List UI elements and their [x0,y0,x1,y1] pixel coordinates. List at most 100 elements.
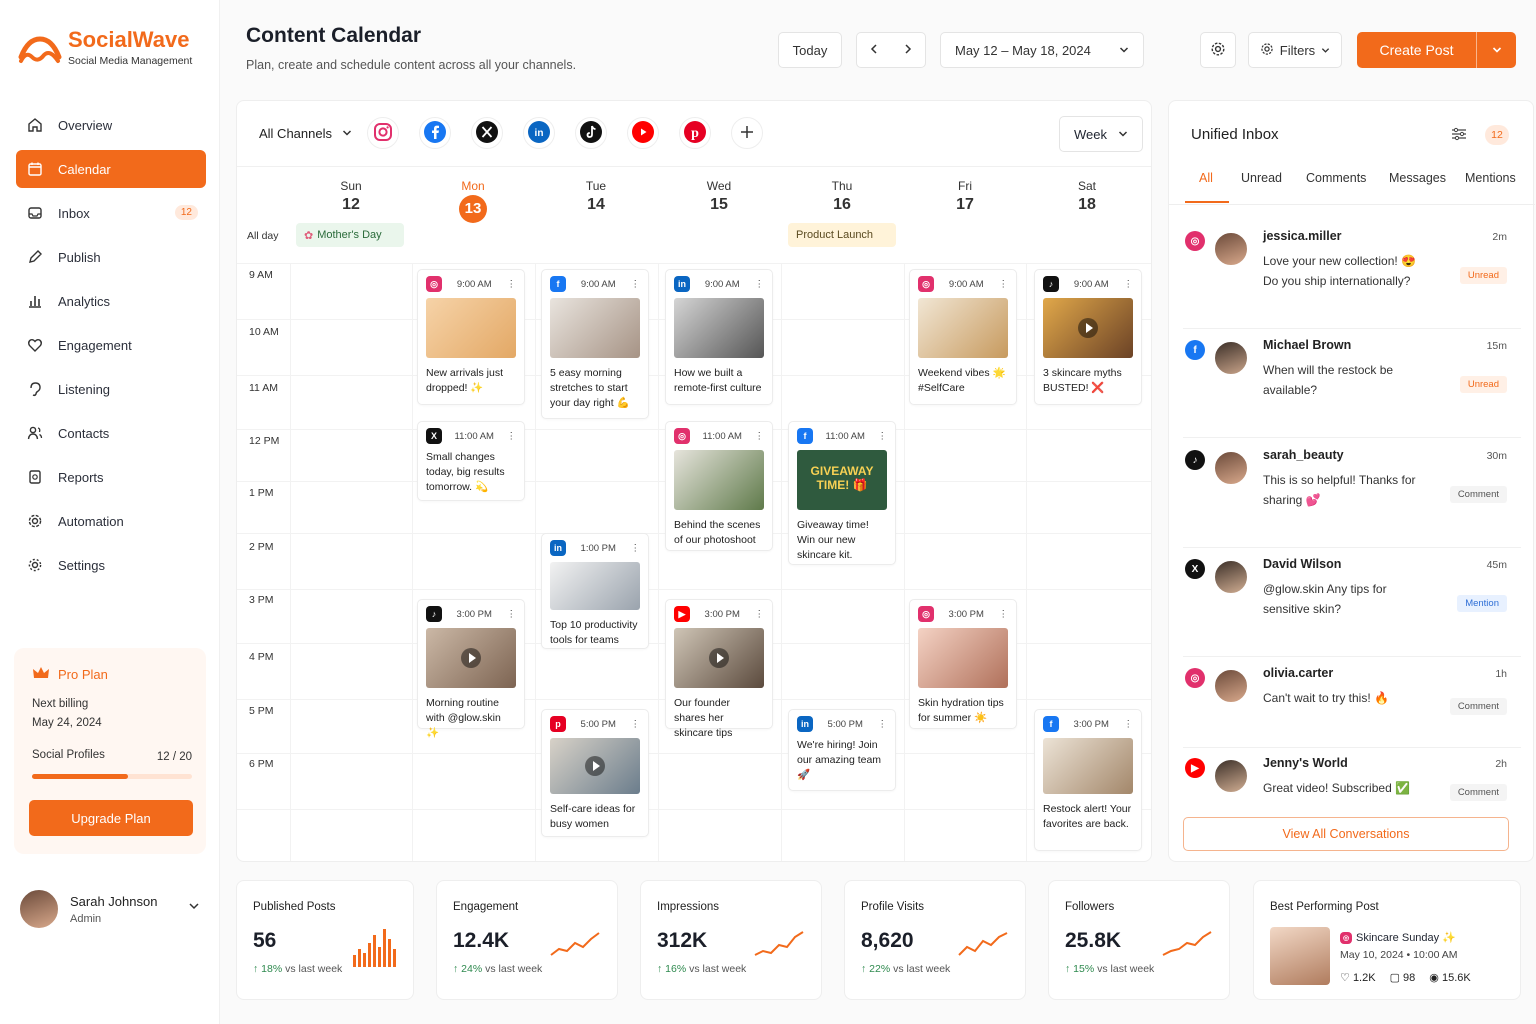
more-icon[interactable]: ⋮ [1123,717,1133,732]
post-card[interactable]: in 1:00 PM ⋮ Top 10 productivity tools for… [541,533,649,649]
user-profile[interactable]: Sarah Johnson Admin [18,888,208,932]
date-range-select[interactable]: May 12 – May 18, 2024 [940,32,1144,68]
settings-button[interactable] [1200,32,1236,68]
post-thumbnail [550,562,640,610]
post-card[interactable]: ◎ 3:00 PM ⋮ Skin hydration tips for summer… [909,599,1017,729]
today-button[interactable]: Today [778,32,842,68]
inbox-message[interactable]: ▶ Jenny's World Great video! Subscribed … [1183,748,1521,808]
filters-button[interactable]: Filters [1248,32,1342,68]
more-icon[interactable]: ⋮ [630,541,640,556]
more-icon[interactable]: ⋮ [877,717,887,732]
pinterest-channel[interactable]: p [679,117,711,149]
post-card[interactable]: ◎ 9:00 AM ⋮ New arrivals just dropped! ✨ [417,269,525,405]
best-post-name: Skincare Sunday ✨ [1356,932,1456,944]
more-icon[interactable]: ⋮ [1123,277,1133,292]
tiktok-channel[interactable] [575,117,607,149]
sidebar-item-inbox[interactable]: Inbox 12 [16,194,206,232]
profiles-label: Social Profiles [32,749,105,761]
message-text: This is so helpful! Thanks for sharing 💕 [1263,473,1416,507]
post-card[interactable]: ▶ 3:00 PM ⋮ Our founder shares her skincar… [665,599,773,739]
more-icon[interactable]: ⋮ [998,277,1008,292]
more-icon[interactable]: ⋮ [878,429,888,444]
more-icon[interactable]: ⋮ [755,429,765,444]
upgrade-plan-button[interactable]: Upgrade Plan [29,800,193,836]
tab-all[interactable]: All [1199,171,1213,185]
more-icon[interactable]: ⋮ [507,429,517,444]
message-time: 1h [1495,668,1507,680]
sidebar-item-listening[interactable]: Listening [16,370,206,408]
post-card[interactable]: ♪ 9:00 AM ⋮ 3 skincare myths BUSTED! ❌ [1034,269,1142,405]
post-card[interactable]: f 3:00 PM ⋮ Restock alert! Your favorites … [1034,709,1142,851]
view-select[interactable]: Week [1059,116,1143,152]
filter-sliders-icon[interactable] [1451,127,1467,144]
play-icon[interactable] [709,648,729,668]
chevron-left-icon[interactable] [869,43,879,58]
post-time: 9:00 AM [704,278,740,290]
post-card[interactable]: in 9:00 AM ⋮ How we built a remote-first c… [665,269,773,405]
linkedin-channel[interactable]: in [523,117,555,149]
more-icon[interactable]: ⋮ [506,277,516,292]
more-icon[interactable]: ⋮ [754,607,764,622]
chevron-down-icon [1119,43,1129,58]
post-card[interactable]: ◎ 9:00 AM ⋮ Weekend vibes 🌟 #SelfCare [909,269,1017,405]
view-all-conversations-button[interactable]: View All Conversations [1183,817,1509,851]
sidebar-item-publish[interactable]: Publish [16,238,206,276]
event-product-launch[interactable]: Product Launch [788,223,896,247]
sidebar-item-analytics[interactable]: Analytics [16,282,206,320]
more-icon[interactable]: ⋮ [754,277,764,292]
play-icon[interactable] [585,756,605,776]
post-card[interactable]: in 5:00 PM ⋮ We're hiring! Join our amazin… [788,709,896,791]
best-performing-post-card[interactable]: Best Performing Post ◎ Skincare Sunday ✨… [1253,880,1521,1000]
tab-mentions[interactable]: Mentions [1465,171,1516,185]
sidebar-item-automation[interactable]: Automation [16,502,206,540]
day-name: Sun [340,179,362,193]
tab-messages[interactable]: Messages [1389,171,1446,185]
more-icon[interactable]: ⋮ [998,607,1008,622]
add-channel-button[interactable] [731,117,763,149]
more-icon[interactable]: ⋮ [630,717,640,732]
inbox-message[interactable]: X David Wilson @glow.skin Any tips for s… [1183,549,1521,657]
event-mothers-day[interactable]: ✿ Mother's Day [296,223,404,247]
delta-value: 15% [1073,963,1095,975]
post-card[interactable]: f 11:00 AM ⋮ GIVEAWAY TIME! 🎁 Giveaway tim… [788,421,896,565]
more-icon[interactable]: ⋮ [506,607,516,622]
inbox-icon [26,204,44,222]
linkedin-icon: in [674,276,690,292]
post-card[interactable]: ◎ 11:00 AM ⋮ Behind the scenes of our phot… [665,421,773,551]
sidebar-item-calendar[interactable]: Calendar [16,150,206,188]
inbox-message[interactable]: ◎ olivia.carter Can't wait to try this! … [1183,658,1521,748]
page-subtitle: Plan, create and schedule content across… [246,58,577,72]
post-card[interactable]: f 9:00 AM ⋮ 5 easy morning stretches to st… [541,269,649,419]
x-channel[interactable] [471,117,503,149]
more-icon[interactable]: ⋮ [630,277,640,292]
post-card[interactable]: ♪ 3:00 PM ⋮ Morning routine with @glow.ski… [417,599,525,739]
instagram-channel[interactable] [367,117,399,149]
post-card[interactable]: p 5:00 PM ⋮ Self-care ideas for busy women [541,709,649,837]
inbox-message[interactable]: ♪ sarah_beauty This is so helpful! Thank… [1183,440,1521,548]
sidebar-item-reports[interactable]: Reports [16,458,206,496]
chevron-down-icon[interactable] [1477,45,1516,55]
instagram-icon: ◎ [1185,231,1205,251]
brand-logo[interactable]: SocialWave Social Media Management [18,28,192,67]
inbox-message[interactable]: ◎ jessica.miller Love your new collectio… [1183,221,1521,329]
facebook-channel[interactable] [419,117,451,149]
x-icon [475,120,499,147]
post-time: 9:00 AM [580,278,616,290]
channels-select[interactable]: All Channels [259,126,352,141]
sidebar-item-contacts[interactable]: Contacts [16,414,206,452]
chevron-right-icon[interactable] [903,43,913,58]
youtube-channel[interactable] [627,117,659,149]
create-post-button[interactable]: Create Post [1357,32,1516,68]
pinterest-icon: p [683,120,707,147]
sidebar-item-overview[interactable]: Overview [16,106,206,144]
play-icon[interactable] [1078,318,1098,338]
inbox-message[interactable]: f Michael Brown When will the restock be… [1183,330,1521,438]
sidebar-item-engagement[interactable]: Engagement [16,326,206,364]
sidebar-item-settings[interactable]: Settings [16,546,206,584]
post-card[interactable]: X 11:00 AM ⋮ Small changes today, big resu… [417,421,525,501]
chevron-down-icon[interactable] [188,900,200,915]
tab-unread[interactable]: Unread [1241,171,1282,185]
tab-comments[interactable]: Comments [1306,171,1366,185]
day-header-wed: Wed 15 [658,179,780,214]
play-icon[interactable] [461,648,481,668]
